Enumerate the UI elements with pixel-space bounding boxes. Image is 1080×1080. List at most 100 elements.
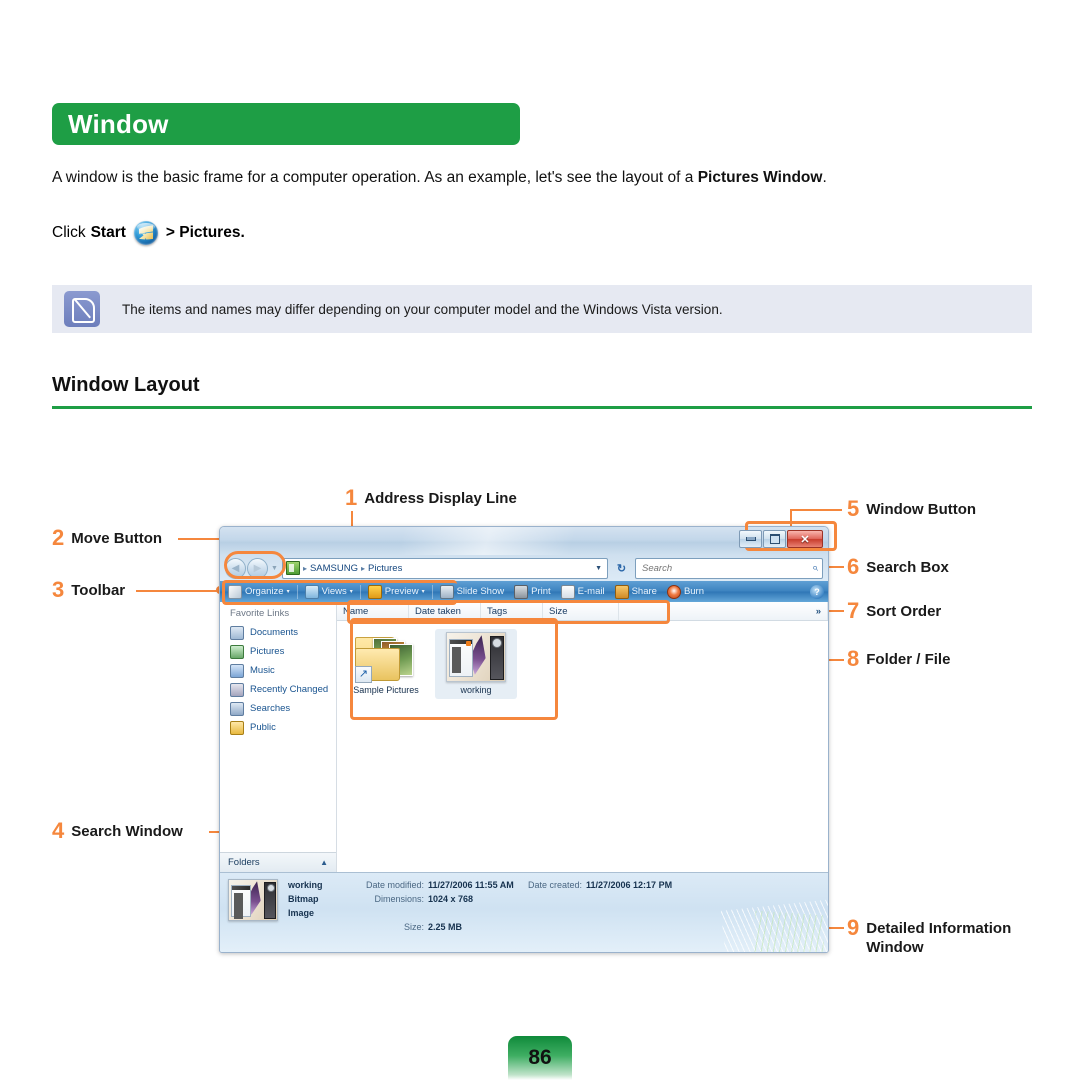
callout-6-number: 6: [847, 554, 860, 579]
sidebar-item-documents[interactable]: Documents: [220, 623, 336, 642]
toolbar-email-button[interactable]: E-mail: [557, 583, 609, 600]
toolbar-share-label: Share: [631, 586, 657, 597]
explorer-window[interactable]: ✕ ◀ ▶ ▼ ▸ SAMSUNG ▸ Pictures ▼ ↻ ⌕: [219, 526, 829, 953]
callout-6-label: Search Box: [866, 559, 949, 576]
navigation-pane[interactable]: Favorite Links Documents Pictures Music …: [220, 602, 337, 872]
toolbar-burn-button[interactable]: Burn: [663, 583, 708, 600]
back-arrow-icon: ◀: [231, 562, 240, 574]
sidebar-item-public[interactable]: Public: [220, 718, 336, 737]
search-box[interactable]: ⌕: [635, 557, 823, 579]
explorer-body: Favorite Links Documents Pictures Music …: [220, 602, 828, 872]
chevron-up-icon: ▲: [320, 858, 328, 867]
sidebar-item-pictures[interactable]: Pictures: [220, 642, 336, 661]
intro-text-bold: Pictures Window: [697, 169, 823, 186]
column-header-date-taken[interactable]: Date taken: [409, 602, 481, 620]
sidebar-item-searches[interactable]: Searches: [220, 699, 336, 718]
sidebar-item-recently-changed[interactable]: Recently Changed: [220, 680, 336, 699]
details-fields: working Date modified: 11/27/2006 11:55 …: [288, 879, 672, 935]
list-item[interactable]: ↗ Sample Pictures: [345, 629, 427, 699]
forward-arrow-icon: ▶: [253, 562, 262, 574]
column-header-tags[interactable]: Tags: [481, 602, 543, 620]
window-buttons-group[interactable]: ✕: [739, 530, 823, 548]
toolbar-separator: [431, 584, 433, 599]
public-icon: [230, 720, 244, 735]
maximize-icon: [769, 534, 780, 544]
toolbar-organize-button[interactable]: Organize ▾: [224, 583, 294, 600]
callout-5-leader-h: [790, 509, 842, 511]
column-header-overflow[interactable]: »: [619, 602, 828, 620]
search-input[interactable]: [640, 561, 812, 575]
details-decorative-swoosh-2: [752, 910, 826, 952]
help-icon[interactable]: ?: [810, 584, 824, 599]
page-title: Window: [68, 108, 169, 139]
column-header-name[interactable]: Name: [337, 602, 409, 620]
organize-icon: [228, 584, 242, 599]
callout-4-number: 4: [52, 818, 65, 843]
breadcrumb-samsung[interactable]: SAMSUNG: [310, 563, 358, 574]
start-label: Start: [90, 224, 126, 241]
history-dropdown-icon[interactable]: ▼: [271, 565, 278, 572]
searches-icon: [230, 701, 244, 716]
chevron-down-icon: ▾: [349, 589, 353, 595]
pictures-icon: [230, 644, 244, 659]
chevron-down-icon: ▾: [286, 589, 290, 595]
toolbar-views-button[interactable]: Views ▾: [301, 583, 357, 600]
toolbar-separator: [359, 584, 361, 599]
toolbar-preview-label: Preview: [384, 586, 419, 597]
address-bar[interactable]: ▸ SAMSUNG ▸ Pictures ▼: [281, 557, 608, 579]
close-button[interactable]: ✕: [787, 530, 823, 548]
callout-3-number: 3: [52, 577, 65, 602]
details-size-value: 2.25 MB: [428, 921, 463, 932]
column-header-size[interactable]: Size: [543, 602, 619, 620]
refresh-button[interactable]: ↻: [612, 559, 631, 578]
minimize-button[interactable]: [739, 530, 762, 548]
details-size-label: Size:: [403, 921, 424, 932]
recently-changed-icon: [230, 682, 244, 697]
column-header-row[interactable]: Name Date taken Tags Size »: [337, 602, 828, 621]
breadcrumb-separator-2: ▸: [361, 563, 366, 573]
close-icon: ✕: [800, 533, 810, 546]
intro-paragraph: A window is the basic frame for a comput…: [52, 168, 1032, 189]
forward-button[interactable]: ▶: [247, 557, 268, 579]
click-label: Click: [52, 224, 86, 241]
navigation-buttons[interactable]: ◀ ▶ ▼: [225, 557, 278, 579]
toolbar-share-button[interactable]: Share: [611, 583, 661, 600]
address-dropdown-icon[interactable]: ▼: [595, 565, 604, 572]
sidebar-label-documents: Documents: [250, 627, 299, 638]
section-heading: Window Layout: [52, 374, 200, 396]
callout-5-number: 5: [847, 496, 860, 521]
preview-icon: [367, 584, 382, 599]
bitmap-thumbnail-icon: [446, 632, 506, 682]
callout-4: 4 Search Window: [52, 820, 183, 842]
details-dimensions-value: 1024 x 768: [428, 893, 474, 904]
toolbar-slideshow-button[interactable]: Slide Show: [436, 583, 509, 600]
toolbar-print-button[interactable]: Print: [510, 583, 555, 600]
details-row-3: Size: 2.25 MB: [288, 921, 672, 935]
note-callout-box: The items and names may differ depending…: [52, 285, 1032, 333]
details-date-modified: Date modified: 11/27/2006 11:55 AM: [346, 879, 514, 893]
callout-5-leader-v: [790, 509, 792, 527]
search-icon: ⌕: [811, 561, 818, 574]
callout-8: 8 Folder / File: [847, 648, 950, 670]
back-button[interactable]: ◀: [225, 557, 246, 579]
documents-icon: [230, 625, 244, 640]
address-row[interactable]: ◀ ▶ ▼ ▸ SAMSUNG ▸ Pictures ▼ ↻ ⌕: [220, 555, 828, 581]
maximize-button[interactable]: [763, 530, 786, 548]
toolbar-preview-button[interactable]: Preview ▾: [364, 583, 429, 600]
sidebar-item-music[interactable]: Music: [220, 661, 336, 680]
burn-icon: [666, 584, 681, 599]
file-content-area[interactable]: ↗ Sample Pictures working: [337, 621, 828, 872]
pencil-note-icon: [64, 291, 100, 327]
refresh-icon: ↻: [616, 562, 627, 575]
callout-7: 7 Sort Order: [847, 600, 941, 622]
callout-3-label: Toolbar: [71, 582, 126, 599]
details-thumb-window: [231, 885, 251, 919]
callout-2-label: Move Button: [71, 530, 163, 547]
folders-expander[interactable]: Folders ▲: [220, 852, 336, 872]
explorer-title-bar[interactable]: ✕: [220, 527, 828, 555]
explorer-toolbar[interactable]: Organize ▾ Views ▾ Preview ▾ Slide Show: [220, 581, 828, 602]
music-icon: [230, 663, 244, 678]
details-dimensions-label: Dimensions:: [374, 893, 424, 904]
breadcrumb-pictures[interactable]: Pictures: [368, 563, 402, 574]
list-item[interactable]: working: [435, 629, 517, 699]
